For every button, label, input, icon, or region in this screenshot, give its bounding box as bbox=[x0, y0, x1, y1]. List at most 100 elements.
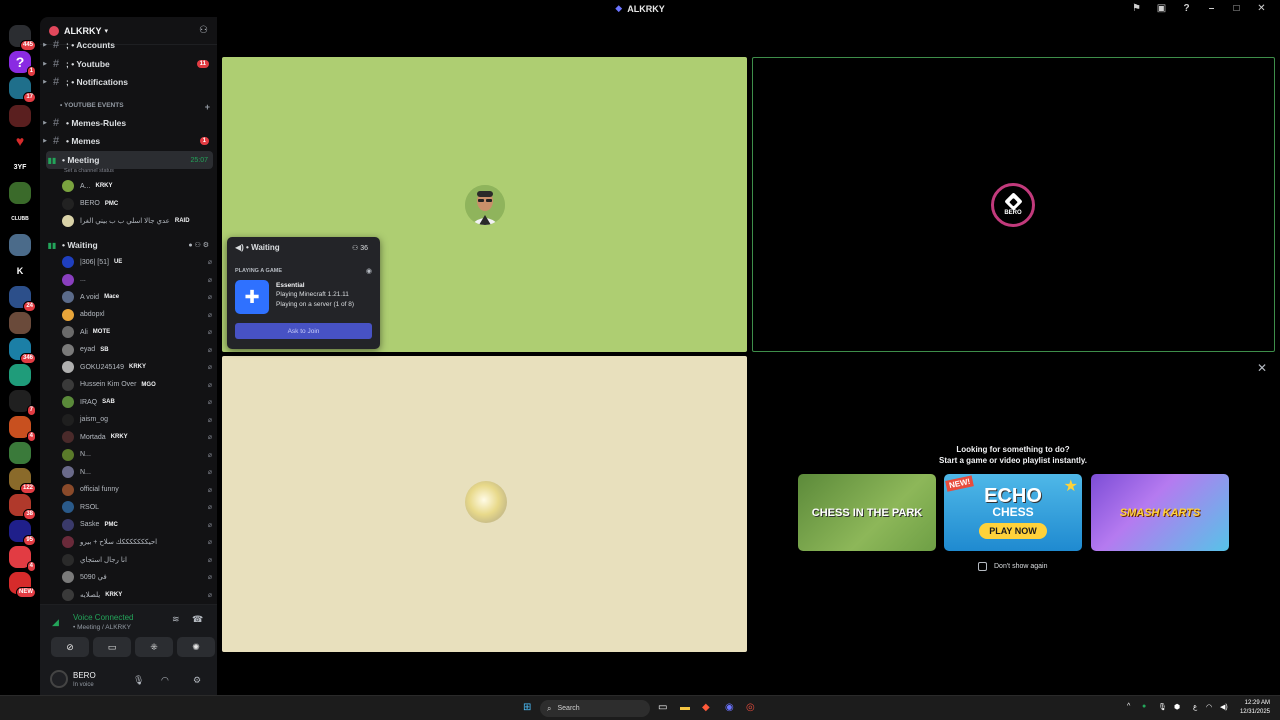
voice-member[interactable]: Mortada KRKY ⌀ bbox=[62, 429, 212, 445]
activity-card-echo-chess[interactable]: NEW! ★ ECHO CHESS PLAY NOW bbox=[944, 474, 1082, 551]
file-explorer-icon[interactable]: ▬ bbox=[680, 702, 690, 713]
activities-button[interactable]: ⁜ bbox=[135, 637, 173, 657]
server-icon[interactable]: 4 bbox=[9, 416, 36, 442]
volume-icon[interactable]: ◀) bbox=[1220, 703, 1228, 711]
server-icon[interactable]: 346 bbox=[9, 338, 36, 364]
voice-member[interactable]: GOKU245149 KRKY ⌀ bbox=[62, 359, 212, 375]
checkbox[interactable] bbox=[978, 562, 987, 571]
voice-member[interactable]: eyad SB ⌀ bbox=[62, 342, 212, 358]
close-icon[interactable]: ✕ bbox=[1257, 361, 1267, 375]
server-icon[interactable]: 445 bbox=[9, 25, 36, 51]
voice-member[interactable]: انا رجال استجاي ⌀ bbox=[62, 552, 212, 568]
channel-actions[interactable]: ● ⚇ ⚙ bbox=[188, 241, 209, 249]
close-window-button[interactable]: ✕ bbox=[1249, 3, 1274, 14]
text-channel[interactable]: ▶ # ; • Accounts bbox=[40, 36, 217, 54]
voice-member[interactable]: jaism_og ⌀ bbox=[62, 412, 212, 428]
add-channel-icon[interactable]: + bbox=[205, 102, 210, 112]
voice-member[interactable]: يلصلايه KRKY ⌀ bbox=[62, 587, 212, 603]
server-icon[interactable] bbox=[9, 364, 31, 386]
dont-show-again[interactable]: Don't show again bbox=[978, 562, 1047, 571]
server-icon[interactable]: 38 bbox=[9, 494, 36, 520]
voice-member[interactable]: احيكككككككك سلاح + بيرو ⌀ bbox=[62, 534, 212, 550]
voice-member[interactable]: في 5090 ⌀ bbox=[62, 569, 212, 585]
video-tile-bero[interactable]: BERO bbox=[752, 57, 1275, 352]
server-icon[interactable] bbox=[9, 312, 31, 334]
voice-member[interactable]: ... ⌀ bbox=[62, 272, 212, 288]
voice-member[interactable]: N... ⌀ bbox=[62, 464, 212, 480]
invite-icon[interactable]: ⚇ bbox=[199, 25, 208, 36]
camera-button[interactable]: ⊘ bbox=[51, 637, 89, 657]
soundboard-button[interactable]: ✺ bbox=[177, 637, 215, 657]
tray-chevron-icon[interactable]: ^ bbox=[1127, 703, 1130, 710]
server-icon[interactable]: 95 bbox=[9, 520, 36, 546]
tray-mic-icon[interactable]: 🎙 bbox=[1158, 703, 1167, 711]
server-icon[interactable]: ? 1 bbox=[9, 51, 36, 77]
text-channel[interactable]: ▶ # ; • Notifications bbox=[40, 73, 217, 91]
activity-card-smash-karts[interactable]: SMASH KARTS bbox=[1091, 474, 1229, 551]
noise-suppression-icon[interactable]: ≋ bbox=[172, 614, 180, 625]
channel-status[interactable]: Set a channel status bbox=[64, 168, 114, 174]
server-icon[interactable] bbox=[9, 442, 31, 464]
language-indicator[interactable]: ع bbox=[1193, 703, 1197, 711]
microphone-icon[interactable]: 🎙 bbox=[133, 675, 144, 686]
voice-member[interactable]: IRAQ SAB ⌀ bbox=[62, 394, 212, 410]
voice-member[interactable]: عدي جالا اسلي ب ب بيني الغرا RAID bbox=[62, 213, 212, 229]
voice-channel-meeting[interactable]: ▮▮ • Meeting 25:07 bbox=[46, 151, 213, 169]
text-channel[interactable]: ▶ # • Memes-Rules bbox=[40, 114, 217, 132]
video-tile-user-3[interactable] bbox=[222, 356, 747, 652]
avatar[interactable] bbox=[50, 670, 68, 688]
wifi-icon[interactable]: ◠ bbox=[1206, 703, 1212, 711]
voice-status[interactable]: Voice Connected bbox=[73, 613, 134, 622]
activity-card-chess-park[interactable]: CHESS IN THE PARK bbox=[798, 474, 936, 551]
server-icon[interactable] bbox=[9, 234, 31, 256]
voice-location[interactable]: • Meeting / ALKRKY bbox=[73, 624, 131, 631]
screen-icon[interactable]: ▣ bbox=[1149, 3, 1174, 14]
play-now-button[interactable]: PLAY NOW bbox=[979, 523, 1047, 539]
gear-icon[interactable]: ⚙ bbox=[193, 675, 201, 686]
server-icon[interactable]: 24 bbox=[9, 286, 36, 312]
voice-member[interactable]: official funny ⌀ bbox=[62, 482, 212, 498]
task-view-icon[interactable]: ▭ bbox=[658, 702, 667, 713]
user-name[interactable]: BERO bbox=[73, 671, 96, 680]
server-icon[interactable] bbox=[9, 105, 31, 127]
maximize-button[interactable]: □ bbox=[1224, 3, 1249, 14]
brave-icon[interactable]: ◆ bbox=[702, 702, 710, 713]
voice-channel-waiting[interactable]: ▮▮ • Waiting ● ⚇ ⚙ bbox=[40, 236, 217, 254]
text-channel[interactable]: ▶ # ; • Youtube 11 bbox=[40, 55, 217, 73]
server-icon[interactable]: 122 bbox=[9, 468, 36, 494]
screenshare-button[interactable]: ▭ bbox=[93, 637, 131, 657]
server-icon[interactable] bbox=[9, 182, 31, 204]
category-youtube-events[interactable]: • YOUTUBE EVENTS + bbox=[60, 102, 210, 112]
tray-status-icon[interactable]: ● bbox=[1142, 703, 1146, 710]
tray-app-icon[interactable]: ⬢ bbox=[1174, 703, 1180, 711]
voice-member[interactable]: abdopxl ⌀ bbox=[62, 307, 212, 323]
browser-icon[interactable]: ◎ bbox=[746, 702, 755, 713]
server-icon[interactable]: K bbox=[9, 260, 31, 282]
discord-taskbar-icon[interactable]: ◉ bbox=[725, 702, 734, 713]
start-icon[interactable]: ⊞ bbox=[523, 702, 531, 713]
voice-member[interactable]: |306| [51] UE ⌀ bbox=[62, 254, 212, 270]
server-icon[interactable]: ♥ bbox=[9, 130, 31, 152]
text-channel[interactable]: ▶ # • Memes 1 bbox=[40, 132, 217, 150]
voice-member[interactable]: RSOL ⌀ bbox=[62, 499, 212, 515]
server-icon[interactable]: CLUBB bbox=[9, 208, 31, 230]
server-icon[interactable]: 4 bbox=[9, 546, 36, 572]
help-icon[interactable]: ? bbox=[1174, 3, 1199, 14]
voice-member[interactable]: BERO PMC bbox=[62, 196, 212, 212]
voice-member[interactable]: Ali MOTE ⌀ bbox=[62, 324, 212, 340]
voice-member[interactable]: Hussein Kim Over MGO ⌀ bbox=[62, 377, 212, 393]
ask-to-join-button[interactable]: Ask to Join bbox=[235, 323, 372, 339]
server-icon[interactable]: 17 bbox=[9, 77, 36, 103]
inbox-icon[interactable]: ⚑ bbox=[1124, 3, 1149, 14]
server-icon[interactable]: 7 bbox=[9, 390, 36, 416]
clock[interactable]: 12:29 AM 12/31/2025 bbox=[1240, 699, 1270, 717]
voice-member[interactable]: A... KRKY bbox=[62, 178, 212, 194]
voice-member[interactable]: Saske PMC ⌀ bbox=[62, 517, 212, 533]
voice-member[interactable]: N... ⌀ bbox=[62, 447, 212, 463]
disconnect-icon[interactable]: ☎ bbox=[192, 614, 203, 625]
voice-member[interactable]: A void Mace ⌀ bbox=[62, 289, 212, 305]
server-icon[interactable]: NEW bbox=[9, 572, 36, 598]
headphones-icon[interactable]: ◠ bbox=[161, 675, 169, 686]
server-icon[interactable]: 3YF bbox=[9, 156, 31, 178]
taskbar-search[interactable]: ⌕ Search bbox=[540, 700, 650, 717]
